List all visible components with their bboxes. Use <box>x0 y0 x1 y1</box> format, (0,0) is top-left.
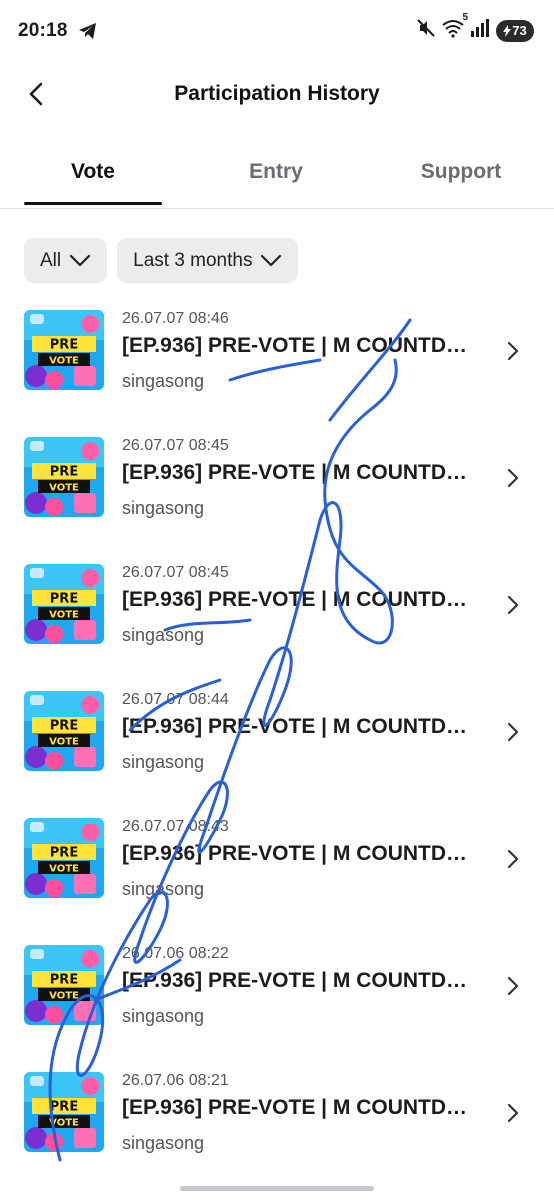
chevron-down-icon <box>261 254 282 266</box>
thumb-text-pre: PRE <box>50 338 78 353</box>
chevron-right-icon <box>507 468 519 488</box>
mute-icon <box>416 18 436 43</box>
thumb-text-vote: VOTE <box>49 864 79 875</box>
list-item[interactable]: PRE VOTE 26.07.07 08:44 [EP.936] PRE-VOT… <box>0 685 554 812</box>
item-date: 26.07.07 08:45 <box>122 437 229 454</box>
item-date: 26.07.06 08:21 <box>122 1072 229 1089</box>
app-header: Participation History <box>0 62 554 128</box>
network-badge: 5 <box>462 12 468 23</box>
item-title: [EP.936] PRE-VOTE | M COUNTDOWN <box>122 1096 482 1119</box>
event-thumbnail: PRE VOTE <box>24 437 104 517</box>
list-item[interactable]: PRE VOTE 26.07.06 08:21 [EP.936] PRE-VOT… <box>0 1066 554 1193</box>
item-subtitle: singasong <box>122 879 205 899</box>
chevron-right-icon <box>507 341 519 361</box>
status-bar: 20:18 5 73 <box>0 0 554 62</box>
item-date: 26.07.07 08:45 <box>122 564 229 581</box>
item-title: [EP.936] PRE-VOTE | M COUNTDOWN <box>122 461 482 484</box>
chevron-right-icon <box>507 722 519 742</box>
chevron-down-icon <box>70 254 91 266</box>
item-subtitle: singasong <box>122 371 205 391</box>
event-thumbnail: PRE VOTE <box>24 691 104 771</box>
item-title: [EP.936] PRE-VOTE | M COUNTDOWN <box>122 842 482 865</box>
thumb-text-pre: PRE <box>50 592 78 607</box>
event-thumbnail: PRE VOTE <box>24 310 104 390</box>
item-date: 26.07.07 08:43 <box>122 818 229 835</box>
home-indicator[interactable] <box>180 1186 374 1191</box>
chevron-right-icon <box>507 1103 519 1123</box>
thumb-text-pre: PRE <box>50 719 78 734</box>
filter-type-dropdown[interactable]: All <box>24 238 108 283</box>
thumb-text-vote: VOTE <box>49 1118 79 1129</box>
chevron-right-icon <box>507 976 519 996</box>
item-subtitle: singasong <box>122 1133 205 1153</box>
thumb-text-pre: PRE <box>50 465 78 480</box>
item-title: [EP.936] PRE-VOTE | M COUNTDOWN <box>122 715 482 738</box>
charging-icon <box>503 24 512 37</box>
status-indicators: 5 73 <box>416 12 534 43</box>
item-title: [EP.936] PRE-VOTE | M COUNTDOWN <box>122 334 482 357</box>
event-thumbnail: PRE VOTE <box>24 1072 104 1152</box>
active-tab-indicator <box>24 202 162 205</box>
item-date: 26.07.07 08:44 <box>122 691 229 708</box>
event-thumbnail: PRE VOTE <box>24 564 104 644</box>
item-subtitle: singasong <box>122 625 205 645</box>
tab-bar: Vote Entry Support <box>0 136 554 209</box>
telegram-icon <box>78 22 98 45</box>
item-subtitle: singasong <box>122 498 205 518</box>
list-item[interactable]: PRE VOTE 26.07.06 08:22 [EP.936] PRE-VOT… <box>0 939 554 1066</box>
thumb-text-pre: PRE <box>50 846 78 861</box>
filter-type-label: All <box>40 249 62 271</box>
thumb-text-vote: VOTE <box>49 356 79 367</box>
list-item[interactable]: PRE VOTE 26.07.07 08:45 [EP.936] PRE-VOT… <box>0 431 554 558</box>
battery-level: 73 <box>512 23 527 38</box>
filter-period-label: Last 3 months <box>133 249 253 271</box>
status-time: 20:18 <box>18 20 68 41</box>
page-title: Participation History <box>174 82 380 105</box>
thumb-text-vote: VOTE <box>49 483 79 494</box>
chevron-right-icon <box>507 595 519 615</box>
filter-period-dropdown[interactable]: Last 3 months <box>117 238 299 283</box>
chevron-right-icon <box>507 849 519 869</box>
signal-icon <box>470 19 490 42</box>
item-subtitle: singasong <box>122 1006 205 1026</box>
event-thumbnail: PRE VOTE <box>24 945 104 1025</box>
list-item[interactable]: PRE VOTE 26.07.07 08:43 [EP.936] PRE-VOT… <box>0 812 554 939</box>
event-thumbnail: PRE VOTE <box>24 818 104 898</box>
item-title: [EP.936] PRE-VOTE | M COUNTDOWN <box>122 969 482 992</box>
thumb-text-pre: PRE <box>50 973 78 988</box>
list-item[interactable]: PRE VOTE 26.07.07 08:46 [EP.936] PRE-VOT… <box>0 304 554 431</box>
participation-list: PRE VOTE 26.07.07 08:46 [EP.936] PRE-VOT… <box>0 304 554 1193</box>
thumb-text-pre: PRE <box>50 1100 78 1115</box>
list-item[interactable]: PRE VOTE 26.07.07 08:45 [EP.936] PRE-VOT… <box>0 558 554 685</box>
tab-entry[interactable]: Entry <box>200 136 352 208</box>
thumb-text-vote: VOTE <box>49 737 79 748</box>
wifi-icon: 5 <box>442 12 468 43</box>
battery-indicator: 73 <box>496 19 534 42</box>
item-subtitle: singasong <box>122 752 205 772</box>
thumb-text-vote: VOTE <box>49 991 79 1002</box>
item-date: 26.07.06 08:22 <box>122 945 229 962</box>
tab-support[interactable]: Support <box>392 136 530 208</box>
item-title: [EP.936] PRE-VOTE | M COUNTDOWN <box>122 588 482 611</box>
tab-vote[interactable]: Vote <box>24 136 162 208</box>
filter-bar: All Last 3 months <box>24 238 299 283</box>
item-date: 26.07.07 08:46 <box>122 310 229 327</box>
thumb-text-vote: VOTE <box>49 610 79 621</box>
